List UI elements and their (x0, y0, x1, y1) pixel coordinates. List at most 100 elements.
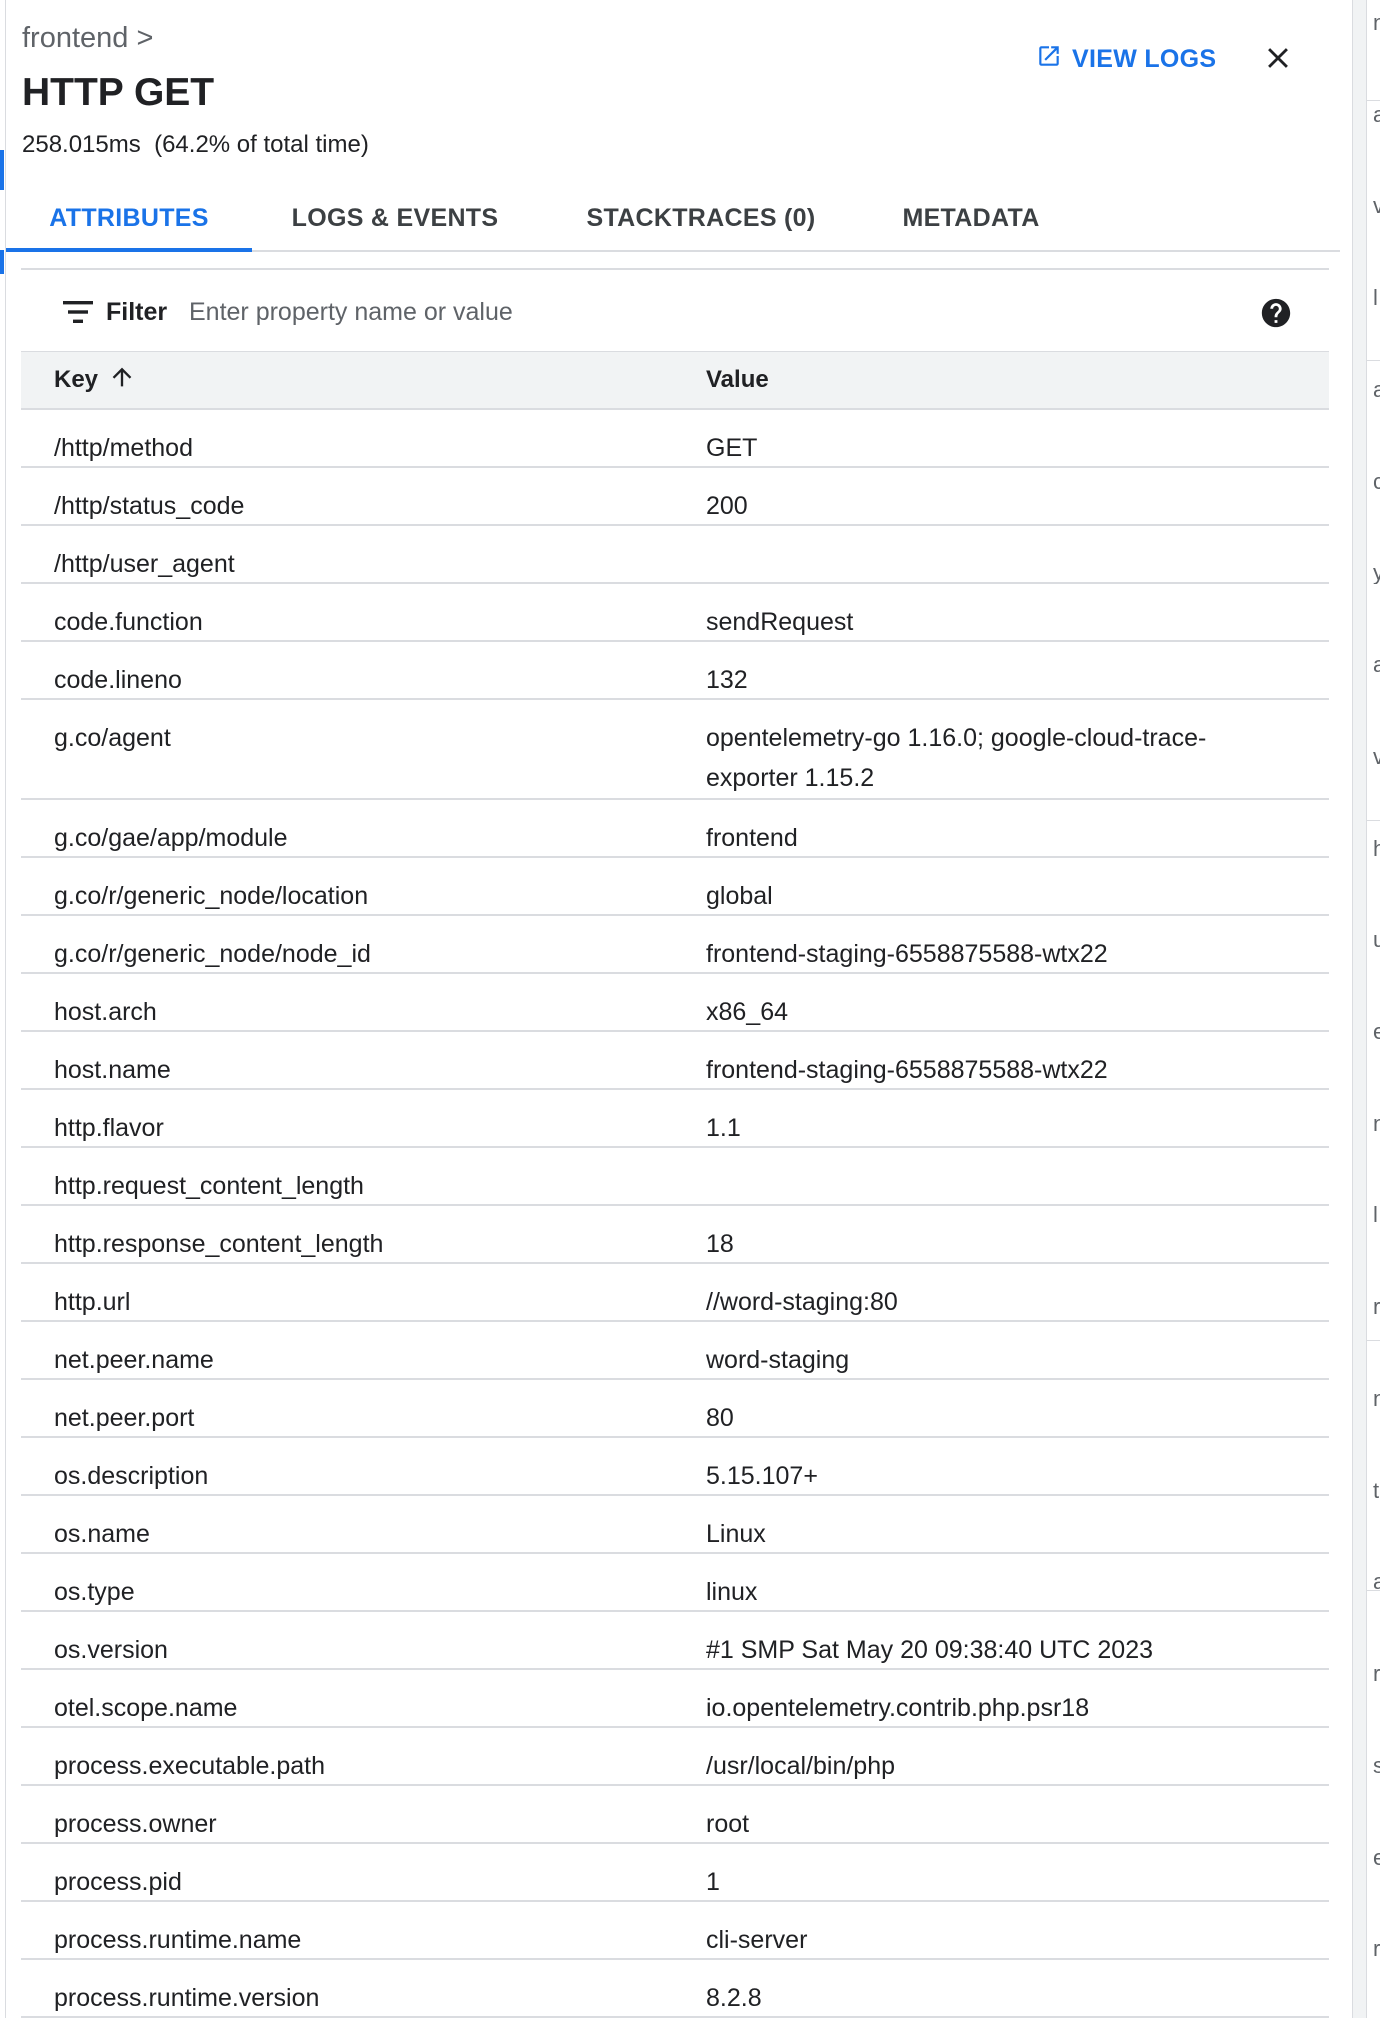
tab-stacktraces[interactable]: STACKTRACES (0) (538, 186, 864, 250)
attribute-value: #1 SMP Sat May 20 09:38:40 UTC 2023 (706, 1636, 1154, 1664)
help-circle-icon[interactable] (1259, 296, 1293, 330)
table-row[interactable]: code.function sendRequest (21, 584, 1329, 642)
background-text-fragment: r (1373, 1663, 1380, 1685)
attribute-key: g.co/r/generic_node/node_id (54, 940, 371, 968)
table-body: /http/method GET/http/status_code 200/http… (21, 410, 1329, 2018)
attribute-key: net.peer.name (54, 1346, 214, 1374)
breadcrumb[interactable]: frontend > (22, 20, 153, 56)
background-text-fragment: e (1373, 1021, 1380, 1043)
attribute-key: http.response_content_length (54, 1230, 384, 1258)
close-icon (1261, 41, 1295, 80)
background-divider (1367, 360, 1380, 361)
attribute-value: 1.1 (706, 1114, 741, 1142)
table-row[interactable]: http.url //word-staging:80 (21, 1264, 1329, 1322)
span-title: HTTP GET (22, 71, 215, 114)
arrow-up-icon (108, 363, 136, 398)
attribute-value: linux (706, 1578, 758, 1606)
attributes-table: Key Value /http/method GET/http/status_co… (21, 352, 1329, 2018)
background-divider (1367, 820, 1380, 821)
background-divider (1367, 100, 1380, 101)
table-row[interactable]: os.description 5.15.107+ (21, 1438, 1329, 1496)
table-row[interactable]: http.response_content_length 18 (21, 1206, 1329, 1264)
attribute-key: os.type (54, 1578, 135, 1606)
attribute-value: root (706, 1810, 750, 1838)
attribute-key: process.runtime.name (54, 1926, 302, 1954)
background-text-fragment: u (1373, 929, 1380, 951)
background-text-fragment: v (1373, 746, 1380, 768)
tab-logs-events[interactable]: LOGS & EVENTS (252, 186, 538, 250)
attribute-key: otel.scope.name (54, 1694, 238, 1722)
table-row[interactable]: g.co/r/generic_node/location global (21, 858, 1329, 916)
background-text-fragment: r (1373, 1938, 1380, 1960)
table-row[interactable]: host.arch x86_64 (21, 974, 1329, 1032)
background-scrollbar[interactable] (1353, 0, 1367, 2018)
attribute-value: //word-staging:80 (706, 1288, 898, 1316)
table-row[interactable]: g.co/agent opentelemetry-go 1.16.0; googl… (21, 700, 1329, 800)
table-row[interactable]: /http/user_agent (21, 526, 1329, 584)
attribute-key: http.request_content_length (54, 1172, 364, 1200)
close-button[interactable] (1256, 38, 1300, 82)
table-row[interactable]: g.co/gae/app/module frontend (21, 800, 1329, 858)
table-row[interactable]: os.version #1 SMP Sat May 20 09:38:40 UTC… (21, 1612, 1329, 1670)
table-row[interactable]: http.request_content_length (21, 1148, 1329, 1206)
table-row[interactable]: process.runtime.version 8.2.8 (21, 1960, 1329, 2018)
attribute-key: code.function (54, 608, 203, 636)
attribute-value: word-staging (706, 1346, 850, 1374)
attribute-key: os.description (54, 1462, 209, 1490)
table-row[interactable]: net.peer.name word-staging (21, 1322, 1329, 1380)
table-row[interactable]: host.name frontend-staging-6558875588-wtx… (21, 1032, 1329, 1090)
table-row[interactable]: otel.scope.name io.opentelemetry.contrib.… (21, 1670, 1329, 1728)
attribute-value: global (706, 882, 773, 910)
attribute-key: /http/user_agent (54, 550, 235, 578)
column-header-key-label: Key (54, 366, 99, 393)
background-selection-mark (0, 150, 4, 190)
table-row[interactable]: code.lineno 132 (21, 642, 1329, 700)
table-row[interactable]: process.executable.path/usr/local/bin/ph… (21, 1728, 1329, 1786)
table-row[interactable]: process.runtime.name cli-server (21, 1902, 1329, 1960)
background-text-fragment: s (1373, 1755, 1380, 1777)
attribute-key: /http/method (54, 434, 193, 462)
column-header-key[interactable]: Key (54, 352, 136, 408)
attribute-key: host.name (54, 1056, 171, 1084)
attribute-key: code.lineno (54, 666, 182, 694)
table-row[interactable]: os.type linux (21, 1554, 1329, 1612)
attribute-key: g.co/r/generic_node/location (54, 882, 369, 910)
attribute-value: cli-server (706, 1926, 808, 1954)
table-row[interactable]: http.flavor 1.1 (21, 1090, 1329, 1148)
attribute-key: process.owner (54, 1810, 217, 1838)
filter-list-icon (63, 300, 93, 324)
table-row[interactable]: /http/method GET (21, 410, 1329, 468)
open-in-new-icon (1036, 43, 1062, 76)
table-row[interactable]: g.co/r/generic_node/node_id frontend-stag… (21, 916, 1329, 974)
attribute-value: frontend (706, 824, 798, 852)
trace-span-details-screen: navlacyavhuenlrntarser frontend > HTTP G… (0, 0, 1380, 2018)
attribute-key: host.arch (54, 998, 157, 1026)
filter-input[interactable] (189, 292, 1229, 332)
background-text-fragment: y (1373, 562, 1380, 584)
table-row[interactable]: os.name Linux (21, 1496, 1329, 1554)
view-logs-button[interactable]: VIEW LOGS (1036, 42, 1216, 76)
table-row[interactable]: process.pid 1 (21, 1844, 1329, 1902)
filter-label: Filter (106, 298, 168, 326)
background-text-fragment: a (1373, 654, 1380, 676)
attribute-key: process.runtime.version (54, 1984, 320, 2012)
attribute-value: 8.2.8 (706, 1984, 762, 2012)
table-row[interactable]: process.owner root (21, 1786, 1329, 1844)
view-logs-label: VIEW LOGS (1072, 44, 1217, 73)
background-text-fragment: l (1373, 287, 1378, 309)
tab-bar: ATTRIBUTES LOGS & EVENTS STACKTRACES (0)… (6, 186, 1340, 252)
attribute-value: GET (706, 434, 758, 462)
background-text-fragment: n (1373, 1388, 1380, 1410)
attribute-value: x86_64 (706, 998, 789, 1026)
background-page-right-edge: navlacyavhuenlrntarser (1352, 0, 1380, 2018)
tab-attributes[interactable]: ATTRIBUTES (6, 186, 252, 252)
filter-bar: Filter (21, 268, 1329, 352)
attribute-key: http.url (54, 1288, 131, 1316)
attribute-key: process.pid (54, 1868, 182, 1896)
attribute-value: sendRequest (706, 608, 854, 636)
table-row[interactable]: /http/status_code 200 (21, 468, 1329, 526)
column-header-value[interactable]: Value (706, 352, 769, 408)
attribute-key: net.peer.port (54, 1404, 195, 1432)
table-row[interactable]: net.peer.port 80 (21, 1380, 1329, 1438)
tab-metadata[interactable]: METADATA (864, 186, 1078, 250)
